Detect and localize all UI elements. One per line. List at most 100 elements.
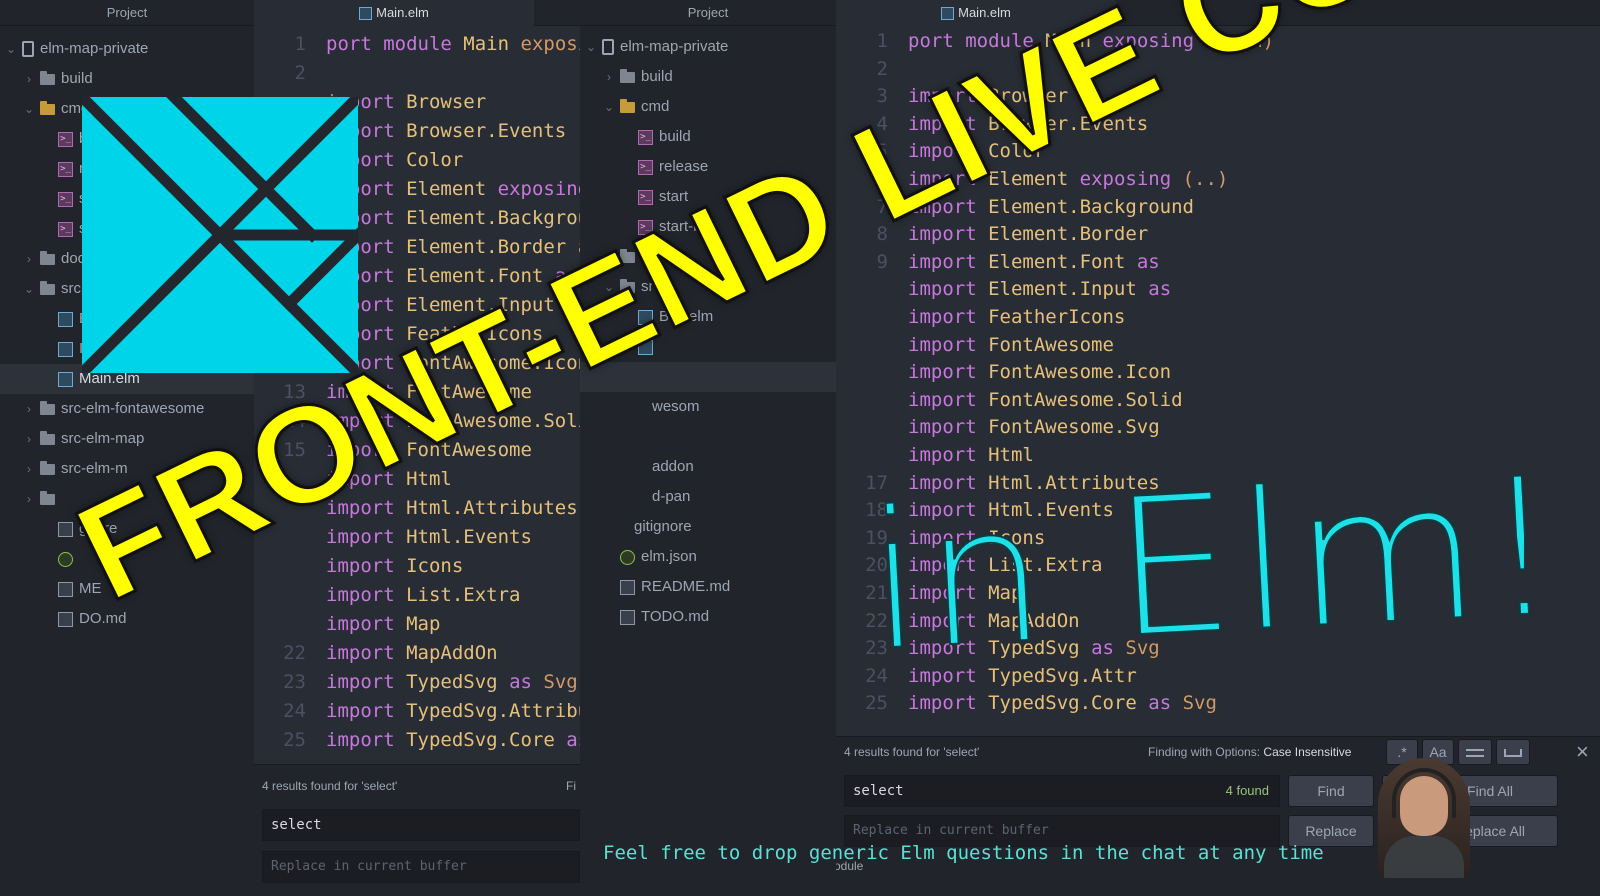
line-number: 2 — [876, 57, 888, 80]
left-find-panel: 4 results found for 'select' Fi select R… — [254, 764, 580, 896]
markdown-file-icon — [58, 581, 73, 597]
find-value: select — [853, 783, 904, 799]
chevron-right-icon[interactable]: › — [22, 394, 36, 424]
line-number: 23 — [283, 671, 306, 693]
chevron-right-icon[interactable]: › — [22, 484, 36, 514]
whole-word-icon — [1504, 749, 1522, 758]
left-find-trailing: Fi — [566, 779, 576, 793]
tree-item[interactable] — [580, 422, 836, 452]
chevron-down-icon[interactable]: ⌄ — [22, 274, 36, 304]
elm-file-icon — [941, 7, 955, 21]
left-tab-main-elm[interactable]: Main.elm — [254, 0, 534, 26]
code-line: import FontAwesome.Svg — [908, 416, 1160, 439]
tree-item[interactable]: ⌄ elm-map-private — [0, 34, 254, 64]
code-line: import FontAwesome.Icon — [908, 361, 1172, 384]
tree-item[interactable]: elm.json — [580, 542, 836, 572]
tree-item[interactable]: TODO.md — [580, 602, 836, 632]
tree-item[interactable]: wesom — [580, 392, 836, 422]
right-tab-label: Main.elm — [958, 5, 1011, 20]
selection-icon — [1466, 749, 1484, 758]
line-number — [836, 387, 888, 415]
line-number: 22 — [283, 642, 306, 664]
chevron-down-icon[interactable]: ⌄ — [584, 32, 598, 62]
folder-icon — [620, 68, 635, 83]
line-number — [836, 332, 888, 360]
folder-open-icon — [40, 100, 55, 115]
tree-item[interactable]: addon — [580, 452, 836, 482]
chevron-right-icon[interactable]: › — [22, 64, 36, 94]
chevron-right-icon[interactable]: › — [602, 62, 616, 92]
tree-item-label: release — [659, 158, 709, 175]
right-find-input[interactable]: select 4 found — [844, 775, 1280, 807]
found-count: 4 found — [1225, 783, 1269, 798]
tree-item-label: elm-map-private — [620, 38, 729, 55]
left-find-input[interactable]: select — [262, 809, 580, 841]
folder-icon — [40, 280, 55, 295]
repo-icon — [22, 41, 34, 58]
tree-item[interactable]: gitignore — [580, 512, 836, 542]
code-line: import Element.Font as — [908, 250, 1160, 273]
json-file-icon — [58, 551, 73, 567]
tree-item[interactable]: d-pan — [580, 482, 836, 512]
line-number — [836, 276, 888, 304]
line-number — [836, 304, 888, 332]
markdown-file-icon — [620, 609, 635, 625]
tree-item-label: build — [61, 70, 93, 87]
chevron-down-icon[interactable]: ⌄ — [602, 92, 616, 122]
script-file-icon: >_ — [58, 191, 73, 207]
chat-caption: Feel free to drop generic Elm questions … — [603, 842, 1324, 864]
right-find-options-label: Finding with Options: Case Insensitive — [1148, 745, 1351, 759]
selection-option-button[interactable] — [1458, 739, 1492, 765]
line-number: 24 — [283, 700, 306, 722]
right-find-panel: 4 results found for 'select' Finding wit… — [836, 736, 1600, 896]
code-line: import Icons — [326, 555, 464, 577]
code-line: import MapAddOn — [326, 642, 498, 664]
code-line: import TypedSvg.Core as Svg — [908, 692, 1217, 715]
line-number — [836, 442, 888, 470]
tree-item-label: src-elm-fontawesome — [61, 400, 205, 417]
elm-tangram-logo — [82, 97, 358, 373]
tree-item-label: TODO.md — [641, 608, 710, 625]
tree-item[interactable]: README.md — [580, 572, 836, 602]
line-number — [254, 581, 306, 610]
chevron-down-icon[interactable]: ⌄ — [22, 94, 36, 124]
code-line: import FontAwesome.Solid — [908, 388, 1183, 411]
code-line: import Element.Backgrou — [326, 207, 580, 229]
tree-item-label: src-elm-map — [61, 430, 145, 447]
tree-item-label: wesom — [652, 398, 700, 415]
find-button[interactable]: Find — [1288, 775, 1374, 807]
tree-item[interactable]: › build — [0, 64, 254, 94]
markdown-file-icon — [620, 579, 635, 595]
left-tabbar: Main.elm — [254, 0, 580, 26]
chevron-right-icon[interactable]: › — [22, 424, 36, 454]
tree-item-label: build — [659, 128, 691, 145]
line-number: 2 — [294, 62, 306, 84]
tree-item[interactable]: ⌄ elm-map-private — [580, 32, 836, 62]
tree-item[interactable]: › build — [580, 62, 836, 92]
chevron-right-icon[interactable]: › — [22, 454, 36, 484]
tree-item-label: addon — [652, 458, 694, 475]
right-find-results: 4 results found for 'select' — [844, 745, 980, 759]
line-number — [836, 359, 888, 387]
left-replace-input[interactable]: Replace in current buffer — [262, 851, 580, 883]
folder-icon — [40, 250, 55, 265]
code-line: port module Main exposi — [326, 33, 580, 55]
tree-item[interactable]: ⌄ cmd — [580, 92, 836, 122]
script-file-icon: >_ — [638, 159, 653, 175]
find-options-value: Case Insensitive — [1263, 745, 1352, 759]
left-tab-label: Main.elm — [376, 5, 429, 20]
whole-word-option-button[interactable] — [1496, 739, 1530, 765]
tree-item-label: cmd — [641, 98, 670, 115]
script-file-icon: >_ — [58, 161, 73, 177]
chevron-down-icon[interactable]: ⌄ — [4, 34, 18, 64]
folder-icon — [40, 490, 55, 505]
tree-item-label: d-pan — [652, 488, 691, 505]
tree-item-label: README.md — [641, 578, 731, 595]
line-number — [254, 610, 306, 639]
chevron-right-icon[interactable]: › — [22, 244, 36, 274]
tree-item-label: ME — [79, 580, 102, 597]
find-close-icon[interactable]: × — [1576, 739, 1589, 765]
code-line: import Element exposing — [326, 178, 580, 200]
code-line: import Map — [326, 613, 441, 635]
headphones-icon — [1392, 768, 1456, 818]
